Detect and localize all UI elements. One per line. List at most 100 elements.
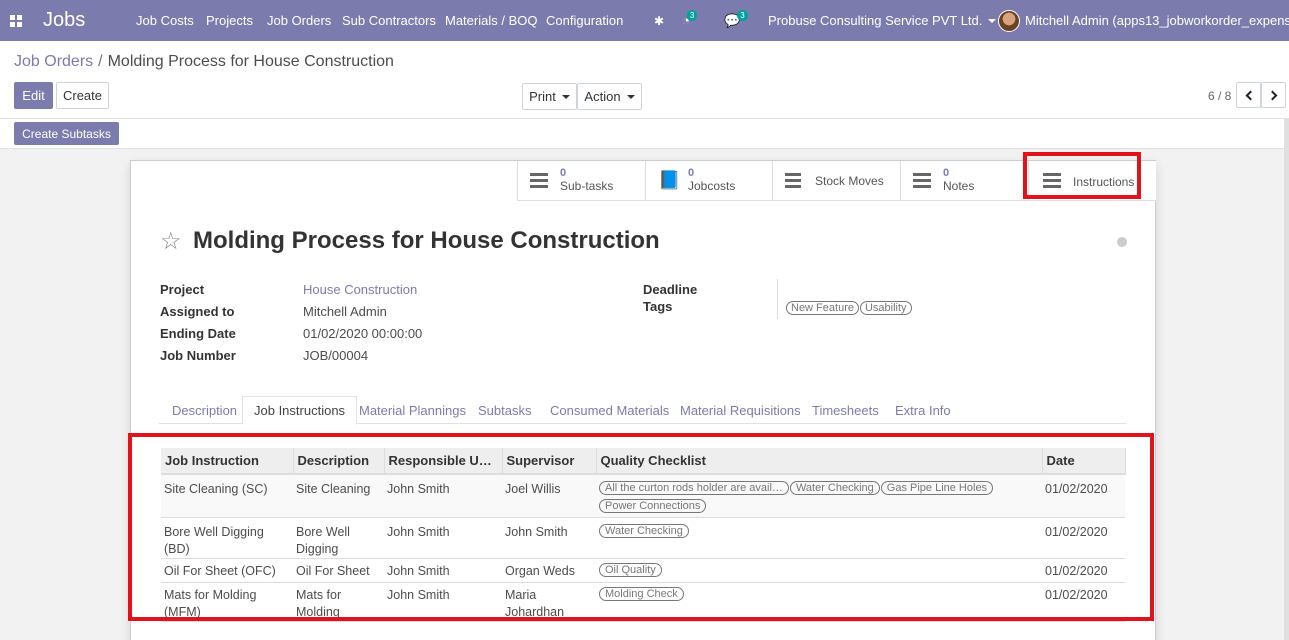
cell-supervisor: Joel Willis: [502, 474, 596, 518]
notes-smart-button[interactable]: 0 Notes: [900, 161, 1028, 201]
action-label: Action: [584, 89, 621, 104]
menu-projects[interactable]: Projects: [206, 0, 253, 41]
print-dropdown[interactable]: Print: [522, 83, 577, 110]
cell-supervisor: Organ Weds: [502, 558, 596, 583]
edit-button[interactable]: Edit: [14, 82, 53, 109]
project-value[interactable]: House Construction: [303, 282, 417, 297]
table-header-row: Job Instruction Description Responsible …: [161, 448, 1126, 475]
company-switcher[interactable]: Probuse Consulting Service PVT Ltd.: [768, 0, 997, 41]
cell-date: 01/02/2020: [1042, 474, 1125, 518]
activity-menu[interactable]: ◔ 3: [682, 0, 700, 41]
table-row[interactable]: Site Cleaning (SC) Site Cleaning John Sm…: [161, 474, 1125, 518]
tab-description[interactable]: Description: [161, 396, 248, 425]
cell-quality-checklist: Molding Check: [596, 582, 1042, 622]
cell-description: Mats for Molding: [293, 582, 384, 622]
activity-count-badge: 3: [686, 10, 698, 21]
menu-sub-contractors[interactable]: Sub Contractors: [342, 0, 436, 41]
cell-responsible-user: John Smith: [384, 474, 502, 518]
assigned-to-value: Mitchell Admin: [303, 304, 387, 319]
user-menu[interactable]: Mitchell Admin (apps13_jobworkorder_expe…: [998, 0, 1289, 41]
checklist-tag: Gas Pipe Line Holes: [880, 481, 994, 495]
chevron-left-icon: [1245, 90, 1255, 100]
kanban-state-indicator[interactable]: [1117, 237, 1127, 247]
list-icon: [785, 173, 805, 188]
scrollbar[interactable]: [1284, 119, 1289, 640]
ending-date-value: 01/02/2020 00:00:00: [303, 326, 423, 341]
cell-description: Site Cleaning: [293, 474, 384, 518]
form-sheet: 0 Sub-tasks 📘 0 Jobcosts Stock Moves 0 Note…: [130, 160, 1156, 640]
menu-materials-boq[interactable]: Materials / BOQ: [445, 0, 537, 41]
subtasks-smart-button[interactable]: 0 Sub-tasks: [517, 161, 645, 201]
cell-quality-checklist: Water Checking: [596, 517, 1042, 559]
menu-job-costs[interactable]: Job Costs: [136, 0, 194, 41]
column-header-supervisor[interactable]: Supervisor: [502, 448, 597, 475]
project-label: Project: [160, 282, 205, 297]
menu-job-orders[interactable]: Job Orders: [267, 0, 331, 41]
cell-date: 01/02/2020: [1042, 517, 1125, 559]
chevron-down-icon: [626, 94, 635, 99]
debug-bug-icon[interactable]: ✱: [654, 0, 664, 41]
breadcrumb-current: Molding Process for House Construction: [107, 53, 394, 70]
checklist-tag: Molding Check: [599, 587, 684, 601]
breadcrumb: Job Orders / Molding Process for House Con…: [14, 53, 394, 71]
app-brand[interactable]: Jobs: [43, 0, 85, 41]
cell-supervisor: Maria Johardhan: [502, 582, 596, 622]
breadcrumb-job-orders[interactable]: Job Orders: [14, 53, 93, 70]
tab-extra-info[interactable]: Extra Info: [884, 396, 962, 425]
table-row[interactable]: Oil For Sheet (OFC) Oil For Sheet John S…: [161, 558, 1125, 583]
cell-quality-checklist: Oil Quality: [596, 558, 1042, 583]
cell-job-instruction: Bore Well Digging (BD): [161, 517, 293, 559]
checklist-tag: All the curton rods holder are avail…: [599, 481, 789, 495]
tag-new-feature: New Feature: [786, 301, 859, 315]
pager-value[interactable]: 6 / 8: [1208, 89, 1231, 103]
tags-value: New Feature Usability: [786, 299, 913, 315]
column-header-quality-checklist[interactable]: Quality Checklist: [596, 448, 1043, 475]
instructions-icon: [1043, 173, 1063, 188]
column-header-date[interactable]: Date: [1042, 448, 1126, 475]
messaging-menu[interactable]: 💬 3: [724, 0, 751, 41]
cell-job-instruction: Oil For Sheet (OFC): [161, 558, 293, 583]
tag-usability: Usability: [859, 301, 912, 315]
messages-count-badge: 3: [737, 10, 748, 21]
tab-material-plannings[interactable]: Material Plannings: [348, 396, 477, 425]
pager-next-button[interactable]: [1261, 82, 1286, 108]
menu-configuration[interactable]: Configuration: [546, 0, 623, 41]
tab-timesheets[interactable]: Timesheets: [801, 396, 890, 425]
cell-responsible-user: John Smith: [384, 517, 502, 559]
jobcosts-count: 0: [688, 167, 695, 179]
avatar: [998, 9, 1020, 32]
chevron-down-icon: [988, 18, 997, 23]
jobcosts-smart-button[interactable]: 📘 0 Jobcosts: [645, 161, 772, 201]
tags-label: Tags: [643, 299, 673, 314]
column-header-responsible-user[interactable]: Responsible User...: [384, 448, 503, 475]
tab-consumed-materials[interactable]: Consumed Materials: [539, 396, 680, 425]
cell-responsible-user: John Smith: [384, 558, 502, 583]
column-header-description[interactable]: Description: [293, 448, 385, 475]
instructions-label: Instructions: [1073, 174, 1135, 189]
create-button[interactable]: Create: [56, 82, 109, 109]
checklist-tag: Power Connections: [599, 499, 707, 513]
book-icon: 📘: [658, 170, 681, 190]
record-title: Molding Process for House Construction: [193, 227, 660, 254]
field-divider: [777, 279, 778, 319]
control-panel: Job Orders / Molding Process for House Con…: [0, 41, 1289, 119]
column-header-job-instruction[interactable]: Job Instruction: [161, 448, 294, 475]
pager-previous-button[interactable]: [1236, 82, 1261, 108]
stock-moves-smart-button[interactable]: Stock Moves: [772, 161, 900, 201]
create-subtasks-button[interactable]: Create Subtasks: [14, 122, 119, 145]
instructions-smart-button[interactable]: Instructions: [1028, 161, 1156, 201]
tab-job-instructions[interactable]: Job Instructions: [242, 396, 358, 425]
tab-subtasks[interactable]: Subtasks: [467, 396, 542, 425]
tab-material-requisitions[interactable]: Material Requisitions: [669, 396, 812, 425]
assigned-to-label: Assigned to: [160, 304, 235, 319]
chevron-down-icon: [561, 94, 570, 99]
apps-menu-icon[interactable]: [10, 15, 22, 27]
action-dropdown[interactable]: Action: [577, 83, 642, 110]
ending-date-label: Ending Date: [160, 326, 236, 341]
print-label: Print: [529, 89, 556, 104]
table-row[interactable]: Mats for Molding (MFM) Mats for Molding …: [161, 582, 1125, 622]
table-row[interactable]: Bore Well Digging (BD) Bore Well Digging…: [161, 517, 1125, 559]
star-icon[interactable]: ☆: [160, 227, 182, 256]
cell-job-instruction: Mats for Molding (MFM): [161, 582, 293, 622]
form-statusbar: Create Subtasks: [0, 119, 1289, 149]
